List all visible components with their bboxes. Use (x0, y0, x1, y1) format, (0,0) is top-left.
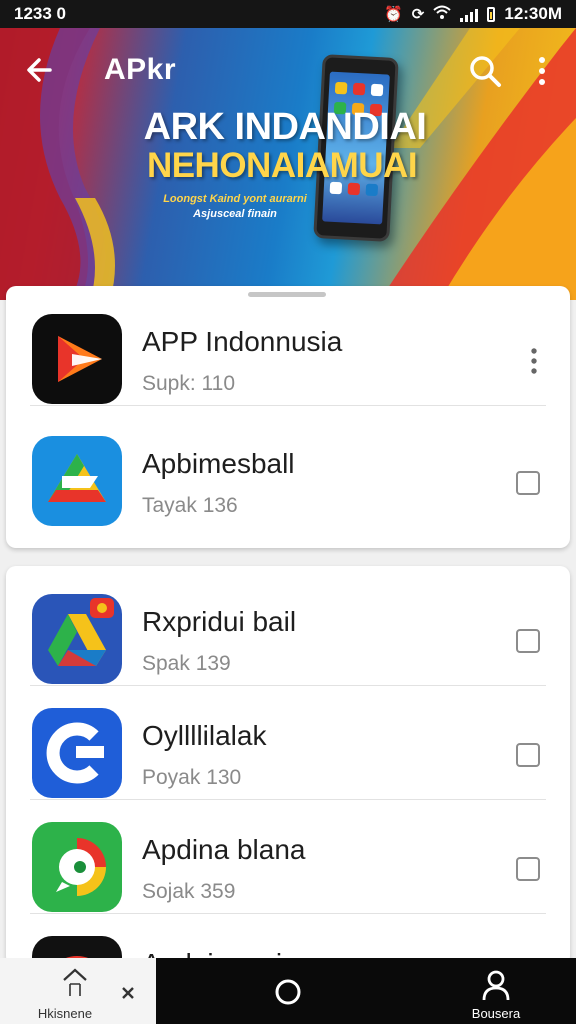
alarm-icon: ⏰ (384, 6, 403, 23)
app-size: Tayak 136 (142, 494, 238, 517)
app-name: Apdina blana (142, 834, 306, 865)
triangle-app-icon (32, 436, 122, 526)
select-checkbox[interactable] (516, 743, 540, 767)
app-name: Apbimesball (142, 448, 295, 479)
nav-profile-label: Bousera (471, 1006, 521, 1021)
status-bar: 1233 0 ⏰ ⟳ 12:30M (0, 0, 576, 28)
chat-app-icon (32, 822, 122, 912)
list-item[interactable]: Apdina blana Sojak 359 (6, 794, 570, 914)
play-arrow-app-icon (32, 314, 122, 404)
app-title: APkr (104, 53, 177, 86)
more-vertical-icon (539, 57, 545, 85)
list-item[interactable]: Oyllllilalak Poyak 130 (6, 680, 570, 800)
nav-home-label: Hkisnene (37, 1006, 93, 1021)
hero-title-line2: NEHONAIAMUAI (146, 146, 418, 185)
sync-icon: ⟳ (411, 6, 425, 23)
app-name: Rxpridui bail (142, 606, 297, 637)
battery-icon (487, 6, 496, 22)
signal-icon (460, 7, 479, 22)
list-item[interactable]: Apbimesball Tayak 136 (6, 408, 570, 528)
person-icon (482, 970, 510, 1001)
arrow-left-icon (27, 58, 52, 82)
app-size: Supk: 110 (142, 372, 236, 395)
select-checkbox[interactable] (516, 629, 540, 653)
app-bar: APkr (0, 28, 576, 112)
status-time: 12:30M (504, 4, 562, 23)
nav-center-button[interactable] (274, 978, 302, 1006)
hero-title-line1: ARK INDANDIAI (143, 106, 427, 148)
search-button[interactable] (466, 52, 504, 90)
app-size: Spak 139 (142, 652, 231, 675)
close-icon[interactable] (120, 985, 136, 1001)
app-name: Oyllllilalak (142, 720, 267, 751)
hero-banner: APkr ARK INDANDIAI NEHONAIAMUAI Loongst … (0, 28, 576, 300)
select-checkbox[interactable] (516, 471, 540, 495)
list-item[interactable]: Rxpridui bail Spak 139 (6, 566, 570, 686)
app-size: Sojak 359 (142, 880, 236, 903)
row-divider (30, 405, 546, 406)
more-vertical-icon (531, 348, 537, 374)
select-checkbox[interactable] (516, 857, 540, 881)
app-size: Poyak 130 (142, 766, 242, 789)
app-name: APP Indonnusia (142, 326, 343, 357)
drive-app-icon (32, 594, 122, 684)
wifi-icon (433, 4, 452, 24)
circle-icon (275, 979, 301, 1005)
search-icon (470, 56, 501, 87)
apps-list-card: Rxpridui bail Spak 139 Oyllllilalak Poya… (6, 566, 570, 966)
status-left-text: 1233 0 (14, 4, 66, 23)
hero-subtitle-line2: Asjusceal finain (193, 208, 277, 220)
featured-apps-card: APP Indonnusia Supk: 110 Apbimesball Tay… (6, 286, 570, 548)
back-button[interactable] (22, 52, 58, 88)
nav-home[interactable]: Hkisnene (0, 958, 156, 1024)
status-icons: ⏰ ⟳ 12:30M (384, 4, 562, 24)
list-item[interactable]: APP Indonnusia Supk: 110 (6, 286, 570, 406)
item-more-button[interactable] (526, 344, 542, 378)
nav-profile[interactable]: Bousera (440, 958, 576, 1024)
overflow-menu-button[interactable] (530, 54, 554, 88)
bottom-navigation: Hkisnene Bousera (0, 958, 576, 1024)
c-letter-app-icon (32, 708, 122, 798)
hero-subtitle-line1: Loongst Kaind yont aurarni (163, 193, 307, 205)
